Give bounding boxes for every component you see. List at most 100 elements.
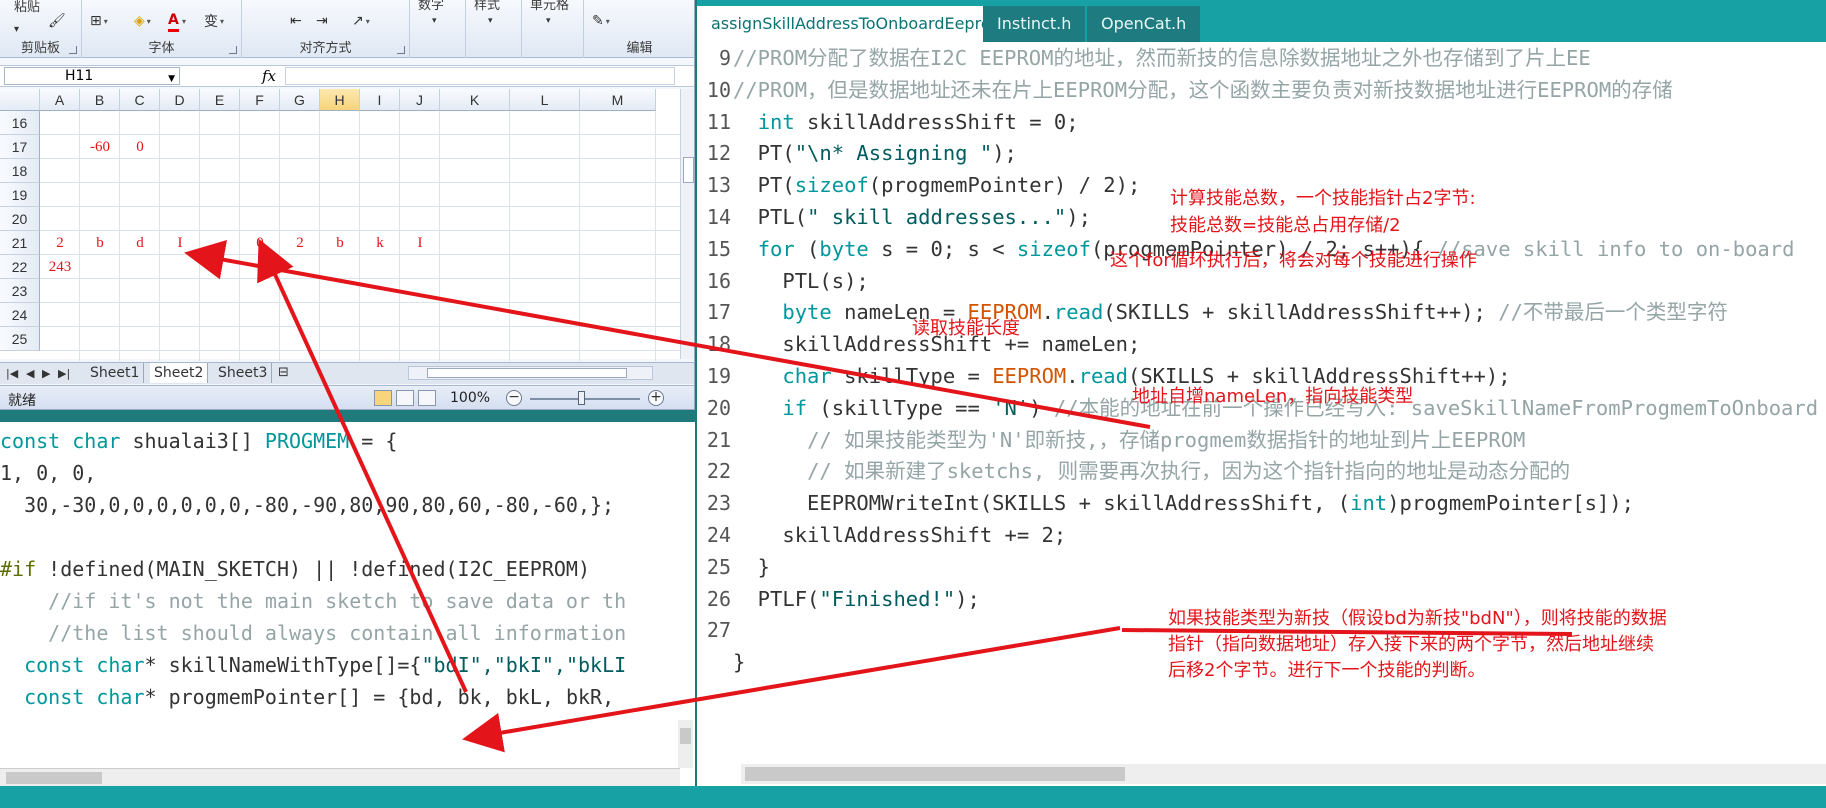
paste-label[interactable]: 粘贴 <box>14 0 40 15</box>
column-header-L[interactable]: L <box>510 89 580 111</box>
cell-F21[interactable]: 0 <box>240 231 280 255</box>
column-header-B[interactable]: B <box>80 89 120 111</box>
cells-dropdown-icon[interactable]: ▾ <box>546 10 551 32</box>
row-header-19[interactable]: 19 <box>0 183 40 207</box>
row-header-24[interactable]: 24 <box>0 303 40 327</box>
cell-C21[interactable]: d <box>120 231 160 255</box>
select-all-corner[interactable] <box>0 89 40 111</box>
row-header-18[interactable]: 18 <box>0 159 40 183</box>
sheet-tab-2[interactable]: Sheet2 <box>150 363 209 383</box>
row-header-16[interactable]: 16 <box>0 111 40 135</box>
scroll-thumb[interactable] <box>427 368 627 378</box>
sheet-tab-3[interactable]: Sheet3 <box>214 363 273 383</box>
sheet-vertical-scrollbar[interactable] <box>680 89 694 359</box>
code-token: "Finished!" <box>819 586 956 611</box>
cell-B17[interactable]: -60 <box>80 135 120 159</box>
scroll-thumb[interactable] <box>745 767 1125 781</box>
cell-D21[interactable]: I <box>160 231 200 255</box>
cell-B21[interactable]: b <box>80 231 120 255</box>
scroll-thumb[interactable] <box>680 728 691 744</box>
spreadsheet-grid[interactable]: ABCDEFGHIJKLM 16 17 18 19 20 21 22 23 24 25 -60 0 2… <box>0 89 680 361</box>
number-dropdown-icon[interactable]: ▾ <box>432 10 437 32</box>
font-color-dropdown-icon[interactable]: ▾ <box>182 10 186 32</box>
sheet-tab-1[interactable]: Sheet1 <box>86 363 145 383</box>
insert-sheet-icon[interactable]: ⊟ <box>278 365 289 380</box>
fill-color-icon[interactable]: ◈ ▾ <box>134 10 151 32</box>
cell-C17[interactable]: 0 <box>120 135 160 159</box>
left-code-horizontal-scrollbar[interactable] <box>0 768 680 786</box>
sheet-horizontal-scrollbar[interactable] <box>408 366 653 380</box>
name-box[interactable]: H11 ▼ <box>4 67 180 85</box>
prev-sheet-icon[interactable]: ◀ <box>26 367 34 380</box>
row-header-21[interactable]: 21 <box>0 231 40 255</box>
row-header-17[interactable]: 17 <box>0 135 40 159</box>
border-icon[interactable]: ⊞ ▾ <box>90 10 108 32</box>
row-header-25[interactable]: 25 <box>0 327 40 351</box>
column-header-J[interactable]: J <box>400 89 440 111</box>
phonetic-icon[interactable]: 变 ▾ <box>204 10 224 32</box>
gridline <box>40 350 680 351</box>
alignment-launcher-icon[interactable] <box>397 46 405 54</box>
code-line: PTL(" skill addresses..."); <box>733 205 1091 229</box>
code-token: PROGMEM <box>264 429 350 453</box>
column-header-F[interactable]: F <box>240 89 280 111</box>
name-box-dropdown-icon[interactable]: ▼ <box>168 71 175 87</box>
page-layout-view-icon[interactable] <box>396 390 414 406</box>
scroll-thumb[interactable] <box>683 157 694 183</box>
zoom-slider-thumb[interactable] <box>578 391 585 405</box>
cell-H21[interactable]: b <box>320 231 360 255</box>
code-token: 'N' <box>992 395 1030 420</box>
formula-input[interactable] <box>285 67 675 85</box>
zoom-out-icon[interactable]: − <box>506 390 522 406</box>
editor-horizontal-scrollbar[interactable] <box>741 764 1826 784</box>
column-header-E[interactable]: E <box>200 89 240 111</box>
column-header-M[interactable]: M <box>580 89 656 111</box>
styles-button[interactable]: 样式 <box>474 0 500 13</box>
row-header-23[interactable]: 23 <box>0 279 40 303</box>
column-header-K[interactable]: K <box>440 89 510 111</box>
page-break-view-icon[interactable] <box>418 390 436 406</box>
cell-G21[interactable]: 2 <box>280 231 320 255</box>
normal-view-icon[interactable] <box>374 390 392 406</box>
column-header-D[interactable]: D <box>160 89 200 111</box>
left-code-vertical-scrollbar[interactable] <box>678 720 693 768</box>
column-header-C[interactable]: C <box>120 89 160 111</box>
orientation-icon[interactable]: ↗ ▾ <box>352 10 370 32</box>
column-header-A[interactable]: A <box>40 89 80 111</box>
number-format-button[interactable]: 数字 <box>418 0 444 13</box>
cell-I21[interactable]: k <box>360 231 400 255</box>
zoom-slider[interactable] <box>530 398 640 400</box>
column-header-I[interactable]: I <box>360 89 400 111</box>
row-header-22[interactable]: 22 <box>0 255 40 279</box>
line-number: 20 <box>706 395 731 420</box>
left-bottom-bar <box>0 786 697 808</box>
row-header-20[interactable]: 20 <box>0 207 40 231</box>
increase-indent-icon[interactable]: ⇥ <box>316 10 328 32</box>
cell-A22[interactable]: 243 <box>40 255 80 279</box>
code-token: " skill addresses..." <box>807 205 1067 229</box>
cell-J21[interactable]: I <box>400 231 440 255</box>
font-launcher-icon[interactable] <box>229 46 237 54</box>
zoom-level[interactable]: 100% <box>450 390 490 406</box>
font-color-icon[interactable]: A <box>168 10 179 32</box>
insert-function-icon[interactable]: fx <box>262 67 276 85</box>
styles-dropdown-icon[interactable]: ▾ <box>488 10 493 32</box>
column-header-H[interactable]: H <box>320 89 360 111</box>
last-sheet-icon[interactable]: ▶| <box>58 367 70 380</box>
clear-icon[interactable]: ✎ ▾ <box>592 10 610 32</box>
first-sheet-icon[interactable]: |◀ <box>6 367 18 380</box>
gridline <box>40 326 680 327</box>
tab-instinct-h[interactable]: Instinct.h <box>983 6 1086 42</box>
tab-opencat-h[interactable]: OpenCat.h <box>1087 6 1201 42</box>
left-code-editor[interactable]: const char shualai3[] PROGMEM = { 1, 0, … <box>0 422 695 786</box>
cell-A21[interactable]: 2 <box>40 231 80 255</box>
clipboard-launcher-icon[interactable] <box>69 46 77 54</box>
decrease-indent-icon[interactable]: ⇤ <box>290 10 302 32</box>
next-sheet-icon[interactable]: ▶ <box>42 367 50 380</box>
code-token: EEPROM <box>992 364 1067 388</box>
scroll-thumb[interactable] <box>6 772 102 784</box>
tab-assign-skill-address[interactable]: assignSkillAddressToOnboardEeprom <box>697 6 1021 42</box>
zoom-in-icon[interactable]: + <box>648 390 664 406</box>
column-header-G[interactable]: G <box>280 89 320 111</box>
format-painter-icon[interactable]: 🖌 <box>48 10 66 32</box>
